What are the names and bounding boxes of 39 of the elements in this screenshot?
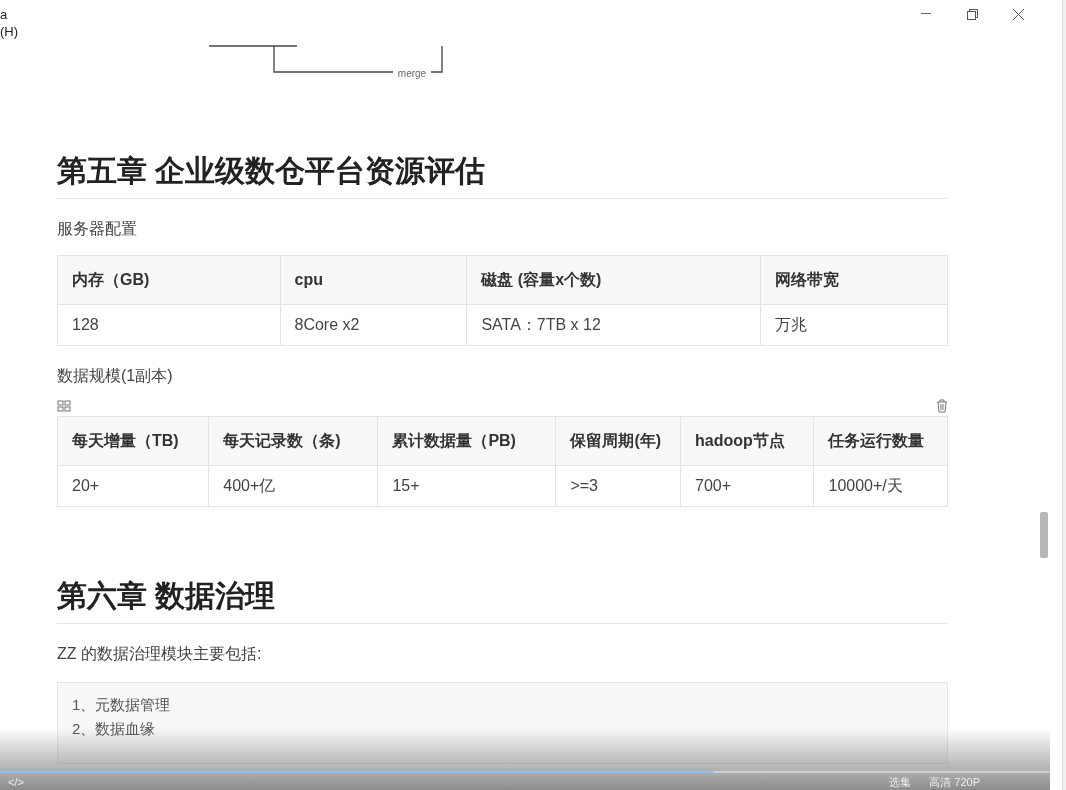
scrollbar-thumb[interactable] (1040, 512, 1048, 558)
player-control[interactable]: 选集 (889, 774, 912, 790)
column-header: 每天记录数（条) (208, 416, 378, 466)
code-toggle[interactable]: </> (8, 776, 24, 788)
column-header: 内存（GB) (57, 255, 280, 305)
paragraph: 服务器配置 (57, 219, 138, 239)
table-cell: 20+ (57, 465, 209, 507)
column-header: 保留周期(年) (555, 416, 681, 466)
column-header: hadoop节点 (680, 416, 814, 466)
table-cell: >=3 (555, 465, 681, 507)
diagram-label: merge (397, 68, 427, 79)
table-cell: 15+ (377, 465, 556, 507)
table-cell: 700+ (680, 465, 814, 507)
table-cell: 万兆 (760, 304, 948, 346)
table-cell: 8Core x2 (280, 304, 467, 346)
trash-icon[interactable] (936, 399, 948, 413)
table-cell: 400+亿 (208, 465, 378, 507)
code-line: 2、数据血缘 (72, 719, 157, 739)
chapter-heading: 第五章 企业级数仓平台资源评估 (57, 152, 948, 199)
grid-icon[interactable] (57, 400, 71, 412)
paragraph: 数据规模(1副本) (57, 366, 174, 386)
code-line: 1、元数据管理 (72, 695, 172, 715)
menu-item[interactable]: (H) (0, 24, 19, 39)
table-cell: SATA：7TB x 12 (466, 304, 761, 346)
player-control[interactable]: 高清 720P (929, 774, 980, 790)
window-title: a (0, 6, 8, 22)
column-header: 累计数据量（PB) (377, 416, 556, 466)
column-header: 网络带宽 (760, 255, 948, 305)
paragraph: ZZ 的数据治理模块主要包括: (57, 644, 263, 664)
column-header: 每天增量（TB) (57, 416, 209, 466)
column-header: cpu (280, 255, 467, 305)
minimize-icon[interactable] (921, 13, 931, 15)
table-cell: 128 (57, 304, 280, 346)
table-cell: 10000+/天 (814, 465, 948, 507)
column-header: 任务运行数量 (814, 416, 948, 466)
restore-icon[interactable] (966, 8, 978, 20)
column-header: 磁盘 (容量x个数) (466, 255, 761, 305)
close-icon[interactable] (1012, 8, 1024, 20)
chapter-heading: 第六章 数据治理 (57, 577, 948, 624)
